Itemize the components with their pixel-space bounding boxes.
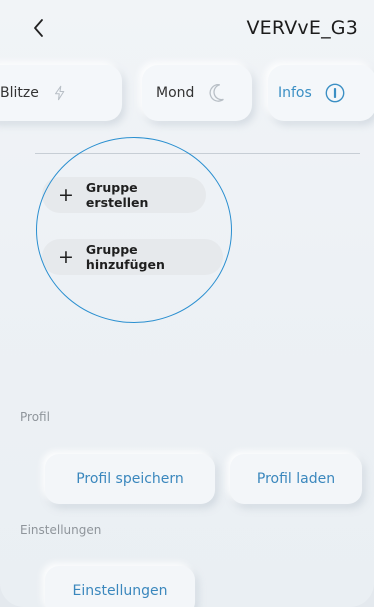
load-profile-label: Profil laden xyxy=(256,471,336,487)
tab-infos[interactable]: Infos xyxy=(268,65,374,121)
create-group-label: Gruppe erstellen xyxy=(85,180,149,210)
device-name-title: VERVvE_G3 xyxy=(246,17,358,39)
info-icon xyxy=(325,83,345,103)
tab-label: Mond xyxy=(156,85,195,101)
settings-button[interactable]: Einstellungen xyxy=(45,566,195,607)
chevron-left-icon xyxy=(34,19,43,37)
highlight-circle xyxy=(36,137,232,323)
lightning-icon xyxy=(54,85,65,101)
settings-button-label: Einstellungen xyxy=(72,583,168,599)
load-profile-button[interactable]: Profil laden xyxy=(230,454,362,504)
profile-section-label: Profil xyxy=(20,410,50,424)
tab-mond[interactable]: Mond xyxy=(142,65,252,121)
tab-label: Blitze xyxy=(0,85,39,101)
add-group-button[interactable]: + Gruppe hinzufügen xyxy=(42,239,223,275)
tab-label: Infos xyxy=(278,85,312,101)
save-profile-button[interactable]: Profil speichern xyxy=(45,454,215,504)
settings-section-label: Einstellungen xyxy=(20,523,102,537)
section-divider xyxy=(35,153,360,154)
create-group-button[interactable]: + Gruppe erstellen xyxy=(42,177,206,213)
app-screen: VERVvE_G3 Blitze Mond Infos + Gruppe ers… xyxy=(0,0,374,607)
plus-icon: + xyxy=(58,245,74,268)
tab-blitze[interactable]: Blitze xyxy=(0,65,122,121)
back-button[interactable] xyxy=(28,16,52,40)
plus-icon: + xyxy=(58,183,74,206)
moon-icon xyxy=(209,84,225,102)
add-group-label: Gruppe hinzufügen xyxy=(85,242,165,272)
save-profile-label: Profil speichern xyxy=(76,471,184,487)
